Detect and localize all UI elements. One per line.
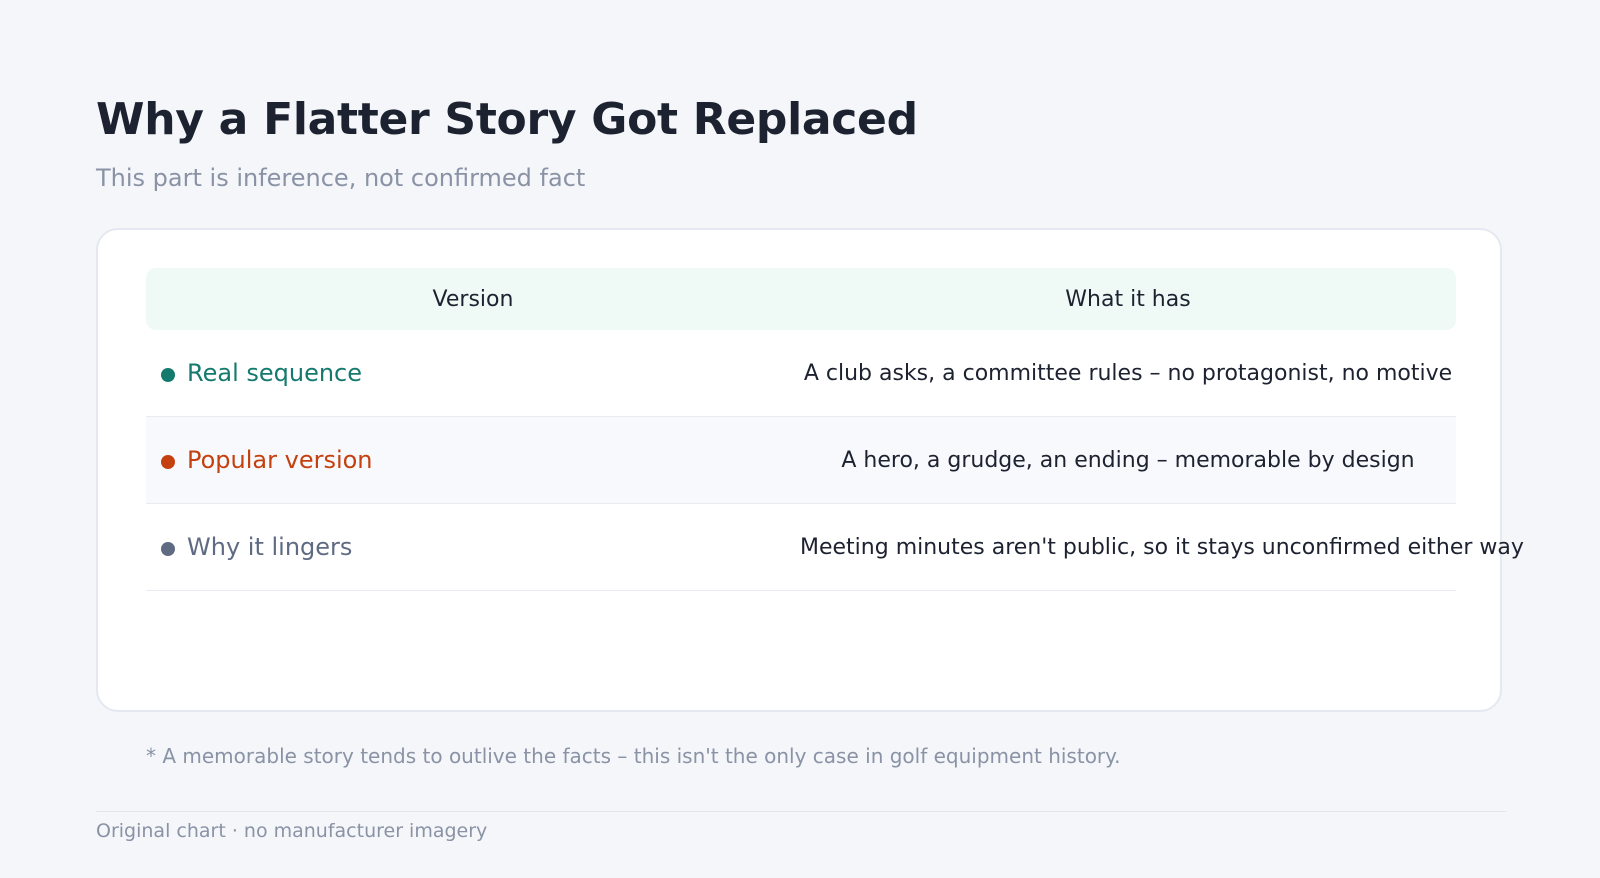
what-it-has-cell: A hero, a grudge, an ending – memorable … [841, 447, 1415, 473]
table-row-popular-version: Popular version A hero, a grudge, an end… [146, 417, 1456, 504]
credit-line: Original chart · no manufacturer imagery [96, 820, 488, 842]
table-header: Version What it has [146, 268, 1456, 330]
status-dot-icon [161, 367, 175, 382]
version-cell: Why it lingers [146, 533, 800, 561]
column-header-what-it-has: What it has [1065, 286, 1191, 312]
table-row-why-it-lingers: Why it lingers Meeting minutes aren't pu… [146, 504, 1524, 591]
page-title: Why a Flatter Story Got Replaced [96, 94, 918, 145]
page-subtitle: This part is inference, not confirmed fa… [96, 164, 586, 192]
comparison-table: Version What it has Real sequence A club… [146, 268, 1524, 591]
version-cell: Popular version [146, 446, 800, 474]
version-cell: Real sequence [146, 359, 800, 387]
status-dot-icon [161, 454, 175, 469]
column-header-version: Version [432, 286, 514, 312]
what-it-has-cell: Meeting minutes aren't public, so it sta… [800, 534, 1524, 560]
what-it-has-cell: A club asks, a committee rules – no prot… [803, 360, 1453, 386]
version-label: Real sequence [187, 359, 363, 387]
footnote: * A memorable story tends to outlive the… [146, 744, 1121, 768]
version-label: Why it lingers [187, 533, 353, 561]
footer-divider [96, 811, 1506, 812]
status-dot-icon [161, 541, 175, 556]
comparison-card: Version What it has Real sequence A club… [96, 228, 1524, 712]
table-row-real-sequence: Real sequence A club asks, a committee r… [146, 330, 1456, 417]
version-label: Popular version [187, 446, 373, 474]
